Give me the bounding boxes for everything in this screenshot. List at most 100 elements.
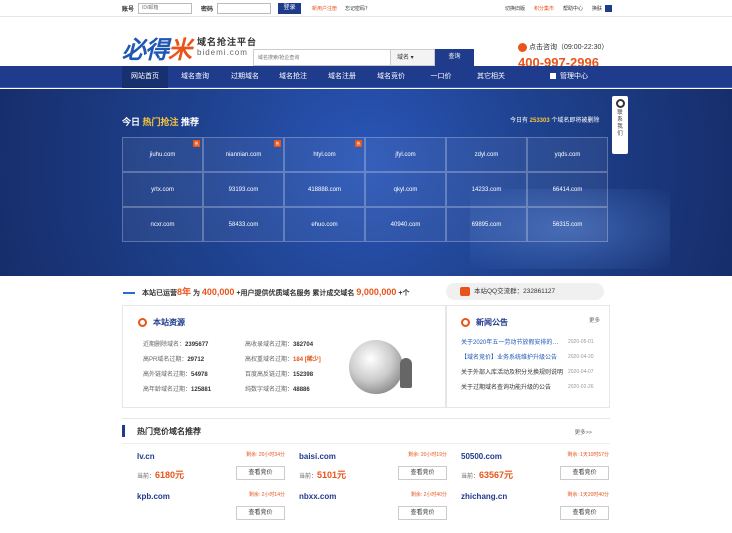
hot-domain-cell[interactable]: ehuo.com <box>284 207 365 242</box>
view-bid-button[interactable]: 查看竞价 <box>560 506 609 520</box>
view-bid-button[interactable]: 查看竞价 <box>398 466 447 480</box>
search-type-select[interactable]: 域名 ▾ <box>391 49 435 66</box>
hot-domain-cell[interactable]: 66414.com <box>527 172 608 207</box>
hot-domain-name: ncxr.com <box>150 221 175 228</box>
resource-stat: 百度高反链过期：152398 <box>245 372 314 378</box>
hot-domain-name: htyl.com <box>313 151 336 158</box>
hot-domain-cell[interactable]: 40940.com <box>365 207 446 242</box>
time-left: 剩余: 20小时19分 <box>408 452 447 458</box>
hot-domain-cell[interactable]: qkyl.com <box>365 172 446 207</box>
hot-domain-cell[interactable]: htyl.com 热 <box>284 137 365 172</box>
current-price: 当前：5101元 <box>299 470 347 480</box>
time-left: 剩余: 2小时14分 <box>248 492 285 498</box>
view-bid-button[interactable]: 查看竞价 <box>236 466 285 480</box>
hot-domain-cell[interactable]: niannian.com 热 <box>203 137 284 172</box>
hot-domain-name: jfyl.com <box>395 151 416 158</box>
hot-domain-cell[interactable]: 69895.com <box>446 207 527 242</box>
globe-illustration <box>349 340 403 394</box>
hot-domain-name: 69895.com <box>471 221 502 228</box>
hot-domain-cell[interactable]: 418888.com <box>284 172 365 207</box>
auction-card: kpb.com 剩余: 2小时14分 查看竞价 <box>137 489 285 533</box>
hot-domain-cell[interactable]: 14233.com <box>446 172 527 207</box>
hot-domain-name: ehuo.com <box>311 221 338 228</box>
hot-domain-name: zdyl.com <box>474 151 499 158</box>
hot-domain-cell[interactable]: ncxr.com <box>122 207 203 242</box>
points-market-link[interactable]: 积分集市 <box>534 5 554 12</box>
view-bid-button[interactable]: 查看竞价 <box>398 506 447 520</box>
qq-group[interactable]: 本站QQ交流群：232861127 <box>446 283 604 300</box>
hot-title: 今日 热门抢注 推荐 <box>122 117 200 127</box>
nav-manage-center[interactable]: 管理中心 <box>550 66 588 88</box>
hot-badge: 热 <box>193 140 200 147</box>
title-bar-icon <box>122 425 125 437</box>
logo-text: 域名抢注平台 bidemi.com <box>197 37 258 57</box>
nav-domain-backorder[interactable]: 域名抢注 <box>270 66 316 88</box>
account-input[interactable] <box>138 2 193 14</box>
auction-more-link[interactable]: 更多>> <box>575 428 592 436</box>
contact-side-tab[interactable]: 联系我们 <box>612 96 628 154</box>
help-center-link[interactable]: 帮助中心 <box>563 5 583 12</box>
news-item[interactable]: 关于2020年五一劳动节放假安排的通知 2020-05-01 <box>461 337 609 347</box>
hot-domain-name: yrtx.com <box>151 186 174 193</box>
nav-expired-domains[interactable]: 过期域名 <box>222 66 268 88</box>
hot-domain-name: 58433.com <box>228 221 259 228</box>
hot-domain-name: yqds.com <box>554 151 581 158</box>
login-button[interactable]: 登录 <box>278 2 302 14</box>
old-version-link[interactable]: 切换旧版 <box>505 5 525 12</box>
password-input[interactable] <box>217 2 272 14</box>
hot-domain-cell[interactable]: jfyl.com <box>365 137 446 172</box>
site-resources-panel: 本站资源 近期删除域名：2395677 高收录域名过期：382704 高PR域名过期… <box>122 305 446 408</box>
news-more-link[interactable]: 更多 <box>589 316 600 324</box>
hot-domain-grid: jiuhu.com 热 niannian.com 热 htyl.com 热 jfyl.com… <box>122 137 608 242</box>
resource-stat: 纯数字域名过期：48886 <box>245 387 310 393</box>
view-bid-button[interactable]: 查看竞价 <box>560 466 609 480</box>
auction-domain[interactable]: 50500.com <box>461 452 502 461</box>
hot-domain-cell[interactable]: 93193.com <box>203 172 284 207</box>
resource-stat: 高年龄域名过期：125881 <box>143 387 212 393</box>
auction-header: 热门竞价域名推荐 更多>> <box>122 419 610 444</box>
forgot-password-link[interactable]: 忘记密码？ <box>345 5 370 12</box>
nav-fixed-price[interactable]: 一口价 <box>418 66 464 88</box>
resource-stat: 近期删除域名：2395677 <box>143 342 209 348</box>
hot-domain-cell[interactable]: zdyl.com <box>446 137 527 172</box>
news-item[interactable]: 【域名竞价】业务系统维护升级公告 2020-04-20 <box>461 352 609 362</box>
pushing-figure-illustration <box>400 358 412 388</box>
search-button[interactable]: 查询 <box>435 49 474 66</box>
hot-domain-cell[interactable]: 58433.com <box>203 207 284 242</box>
nav-domain-auction[interactable]: 域名竞价 <box>368 66 414 88</box>
auction-title: 热门竞价域名推荐 <box>137 427 201 436</box>
hot-domain-cell[interactable]: jiuhu.com 热 <box>122 137 203 172</box>
register-link[interactable]: 新用户注册 <box>312 5 337 12</box>
header: 必得米 域名抢注平台 bidemi.com 域名 ▾ 查询 点击咨询（09:00… <box>0 17 732 70</box>
hot-domain-name: 418888.com <box>307 186 342 193</box>
news-title: 新闻公告 <box>461 317 508 328</box>
view-bid-button[interactable]: 查看竞价 <box>236 506 285 520</box>
stats-text: 本站已运营8年 为 400,000 +用户提供优质域名服务 累计成交域名 9,0… <box>142 287 410 297</box>
hot-domain-cell[interactable]: yqds.com <box>527 137 608 172</box>
auction-domain[interactable]: baisi.com <box>299 452 336 461</box>
hot-domain-name: 40940.com <box>390 221 421 228</box>
news-item[interactable]: 关于过期域名查询功能升级的公告 2020-02-26 <box>461 382 609 392</box>
auction-card: zhichang.cn 剩余: 1天20时40分 查看竞价 <box>461 489 609 533</box>
current-price: 当前：63567元 <box>461 470 514 480</box>
nav-other[interactable]: 其它相关 <box>468 66 514 88</box>
hot-badge: 热 <box>274 140 281 147</box>
hot-domain-cell[interactable]: yrtx.com <box>122 172 203 207</box>
resource-stat: 高权重域名过期：184 [稀少] <box>245 357 321 363</box>
auction-domain[interactable]: lv.cn <box>137 452 155 461</box>
nav-domain-register[interactable]: 域名注册 <box>319 66 365 88</box>
skin-link[interactable]: 换肤 <box>592 5 602 12</box>
skin-swatch-icon[interactable] <box>605 5 612 12</box>
time-left: 剩余: 20小时34分 <box>246 452 285 458</box>
search-input[interactable] <box>253 49 391 66</box>
deleting-count: 今日有 253303 个域名即将被删除 <box>510 118 600 124</box>
logo[interactable]: 必得米 域名抢注平台 bidemi.com <box>122 30 257 65</box>
online-consult-link[interactable]: 点击咨询（09:00-22:30） <box>518 42 608 52</box>
nav-domain-query[interactable]: 域名查询 <box>172 66 218 88</box>
nav-home[interactable]: 网站首页 <box>122 66 168 88</box>
hot-domain-cell[interactable]: 56315.com <box>527 207 608 242</box>
password-label: 密码 <box>201 6 214 13</box>
headset-icon <box>615 99 625 108</box>
news-item[interactable]: 关于外部入库活动及积分兑换规则说明 2020-04-07 <box>461 367 609 377</box>
hot-auction-section: 热门竞价域名推荐 更多>> lv.cn 剩余: 20小时34分 当前：6180元 查看… <box>122 418 610 520</box>
